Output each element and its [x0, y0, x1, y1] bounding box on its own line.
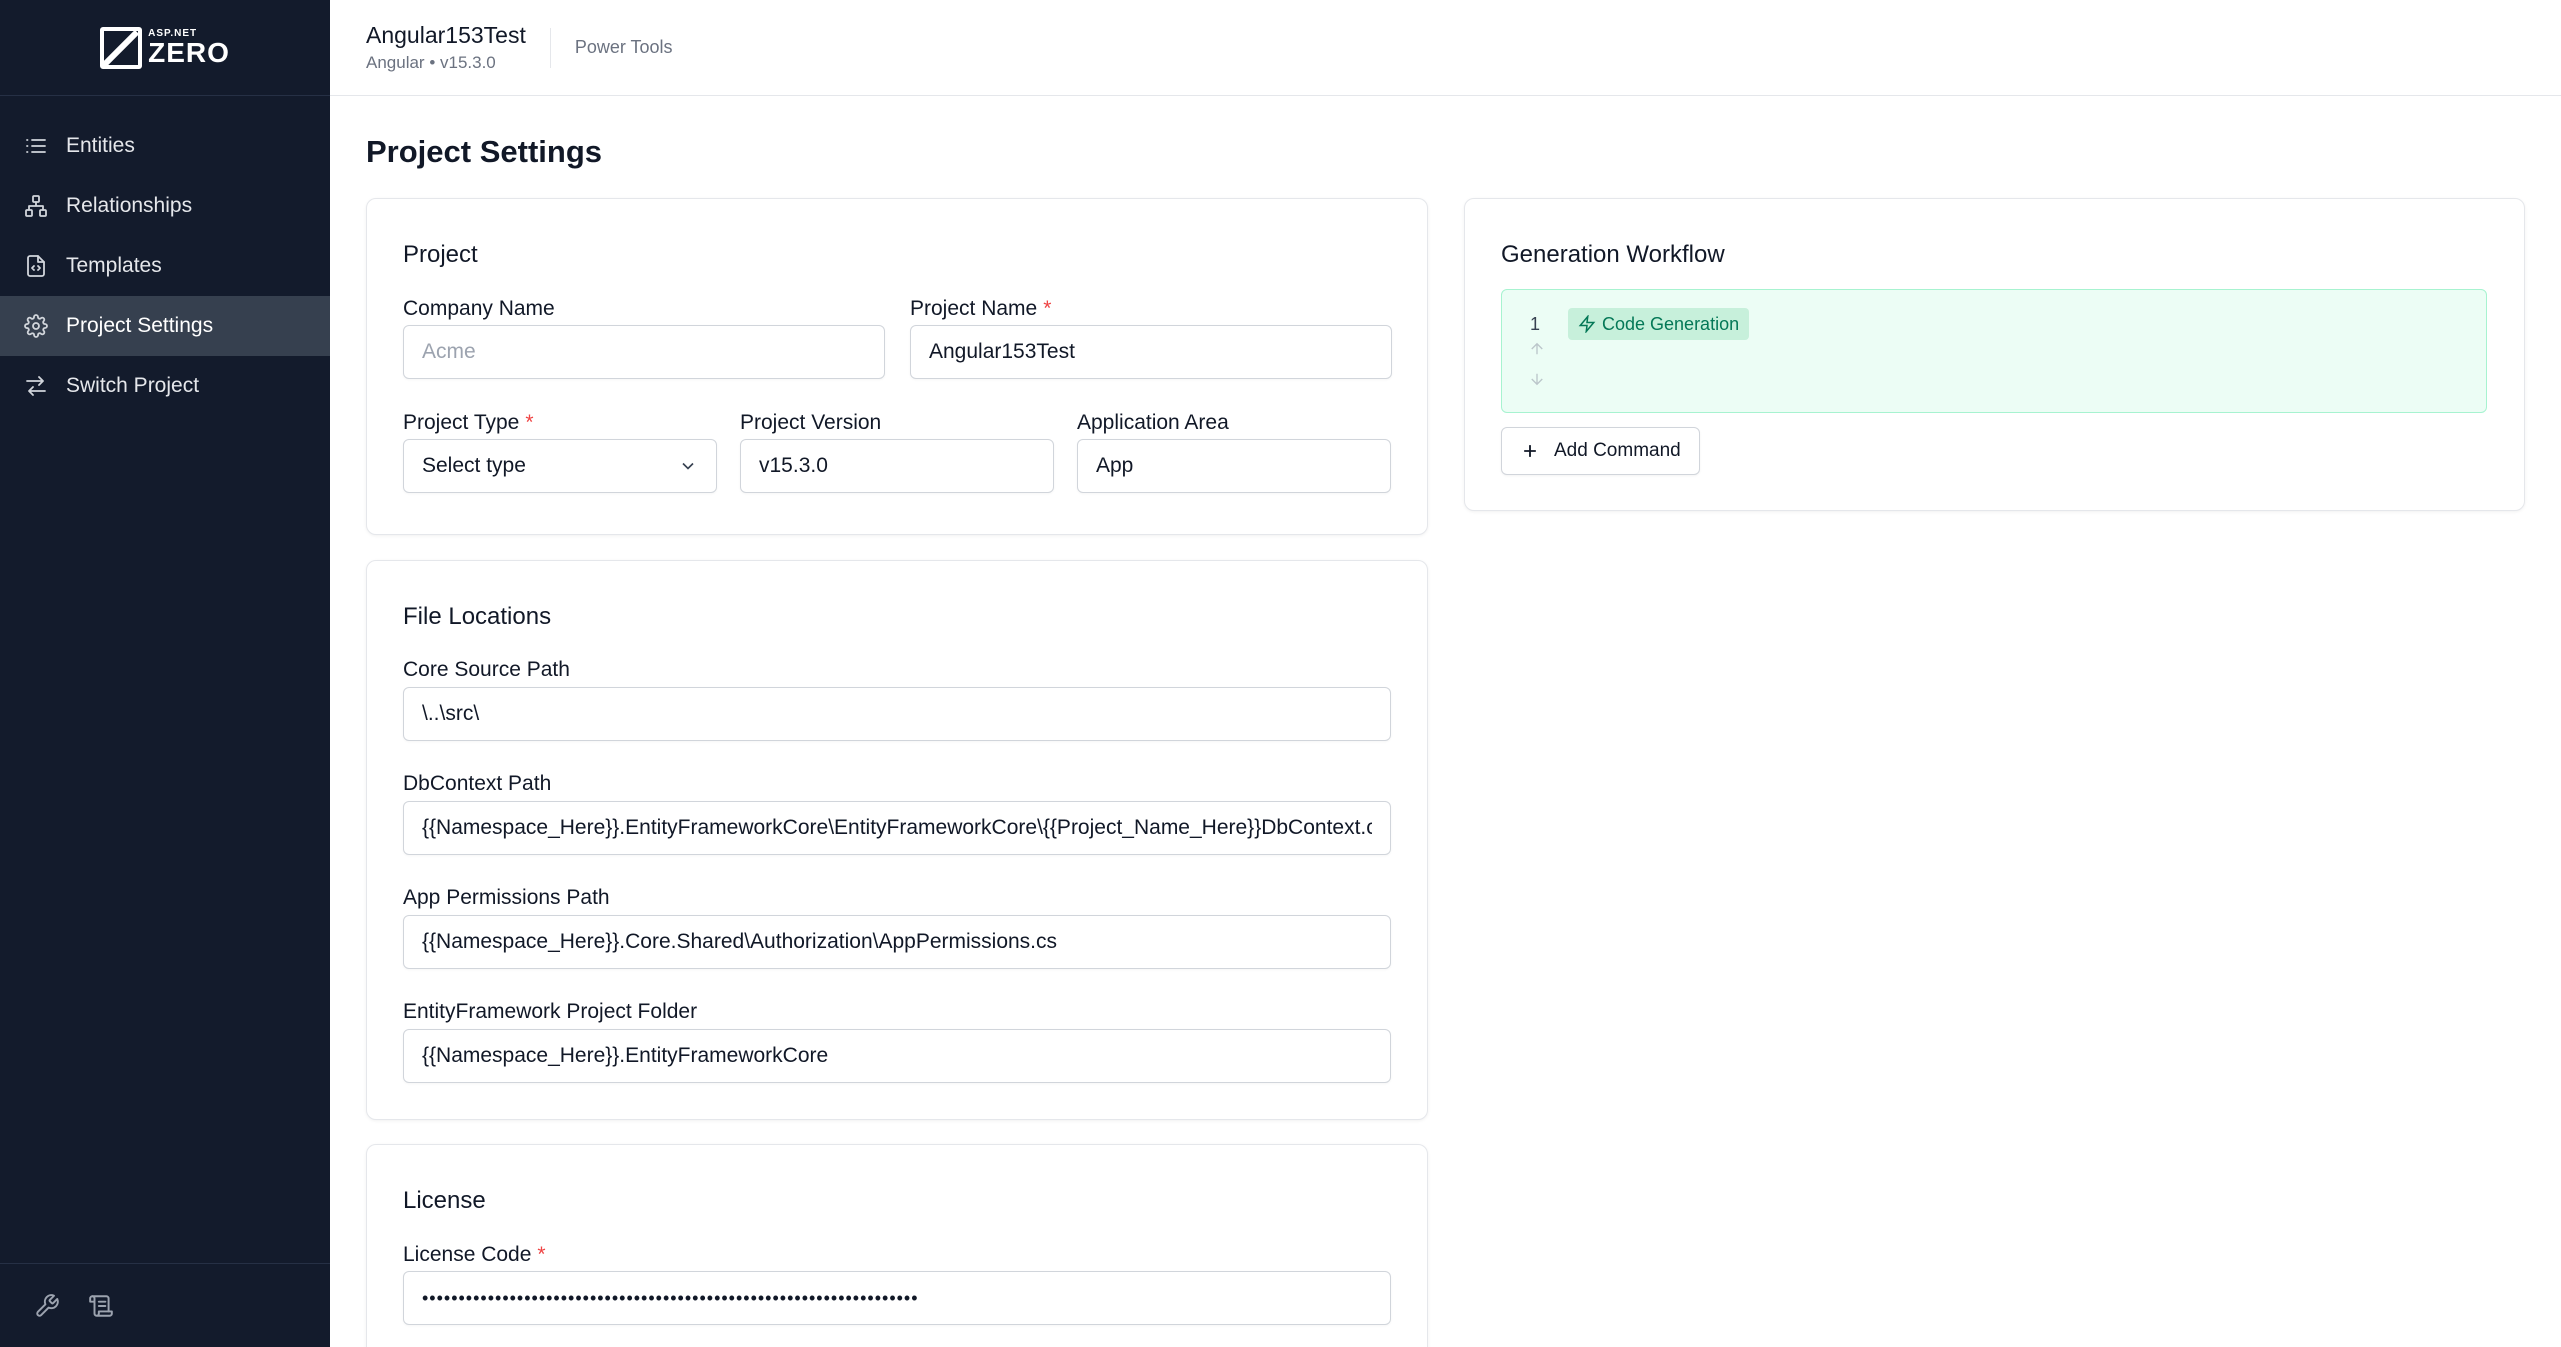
project-card: Project Company Name Project Name* Proje…	[366, 198, 1428, 535]
sidebar-footer	[0, 1263, 330, 1347]
project-type-value: Select type	[422, 454, 526, 477]
sidebar-item-label: Entities	[66, 134, 135, 157]
ef-folder-input[interactable]	[403, 1029, 1391, 1083]
company-name-input[interactable]	[403, 325, 885, 379]
license-card: License License Code * ••••••••••••••••••…	[366, 1144, 1428, 1347]
required-mark: *	[525, 411, 534, 434]
license-title: License	[403, 1187, 486, 1214]
logo[interactable]: ASP.NET ZERO	[0, 0, 330, 96]
license-code-input[interactable]: ••••••••••••••••••••••••••••••••••••••••…	[403, 1271, 1391, 1325]
arrow-down-icon[interactable]	[1528, 370, 1546, 388]
workflow-step: 1 Code Generation	[1501, 289, 2487, 413]
logo-big-text: ZERO	[148, 36, 230, 68]
dbcontext-input[interactable]	[403, 801, 1391, 855]
step-number: 1	[1530, 314, 1541, 334]
hierarchy-icon	[25, 195, 47, 217]
top-header: Angular153Test Angular • v15.3.0 Power T…	[330, 0, 2561, 96]
file-locations-title: File Locations	[403, 603, 552, 630]
core-source-input[interactable]	[403, 687, 1391, 741]
sidebar-item-switch-project[interactable]: Switch Project	[0, 356, 330, 416]
project-version-input[interactable]	[740, 439, 1054, 493]
sidebar-item-relationships[interactable]: Relationships	[0, 176, 330, 236]
project-version-label: Project Version	[740, 411, 882, 434]
core-source-label: Core Source Path	[403, 658, 570, 681]
header-divider	[549, 27, 551, 68]
project-info: Angular153Test Angular • v15.3.0	[366, 22, 526, 73]
lightning-icon	[1578, 315, 1596, 333]
switch-arrows-icon	[26, 376, 46, 396]
wrench-icon[interactable]	[34, 1293, 60, 1319]
scroll-icon[interactable]	[88, 1293, 114, 1319]
sidebar-item-label: Project Settings	[66, 314, 214, 337]
required-mark: *	[537, 1243, 546, 1266]
sidebar-item-project-settings[interactable]: Project Settings	[0, 296, 330, 356]
license-code-value: ••••••••••••••••••••••••••••••••••••••••…	[422, 1287, 919, 1308]
header-project-sub: Angular • v15.3.0	[366, 53, 496, 72]
sidebar: ASP.NET ZERO Entities Relationships Temp…	[0, 0, 330, 1347]
chevron-down-icon	[682, 462, 694, 470]
header-section-label: Power Tools	[574, 37, 673, 57]
sidebar-item-label: Relationships	[66, 194, 193, 217]
app-root: ASP.NET ZERO Entities Relationships Temp…	[0, 0, 2561, 1347]
application-area-input[interactable]	[1077, 439, 1391, 493]
application-area-label: Application Area	[1077, 411, 1229, 434]
permissions-input[interactable]	[403, 915, 1391, 969]
project-name-label: Project Name *	[910, 297, 1052, 320]
page-title: Project Settings	[366, 134, 602, 169]
required-mark: *	[1043, 297, 1052, 320]
generation-workflow-card: Generation Workflow 1 Code Generation Ad…	[1464, 198, 2525, 511]
workflow-title: Generation Workflow	[1501, 241, 1725, 268]
project-name-input[interactable]	[910, 325, 1392, 379]
sidebar-nav: Entities Relationships Templates Project…	[0, 96, 330, 416]
project-type-select[interactable]: Select type	[403, 439, 717, 493]
sidebar-item-entities[interactable]: Entities	[0, 116, 330, 176]
company-name-label: Company Name	[403, 297, 555, 320]
dbcontext-label: DbContext Path	[403, 772, 552, 795]
project-type-label: Project Type *	[403, 411, 534, 434]
arrow-up-icon[interactable]	[1528, 340, 1546, 358]
file-locations-card: File Locations Core Source Path DbContex…	[366, 560, 1428, 1120]
permissions-label: App Permissions Path	[403, 886, 610, 909]
sidebar-item-templates[interactable]: Templates	[0, 236, 330, 296]
code-generation-badge[interactable]: Code Generation	[1568, 308, 1750, 340]
sidebar-item-label: Templates	[66, 254, 162, 277]
list-icon	[26, 139, 46, 153]
header-project-name: Angular153Test	[366, 22, 526, 48]
sidebar-item-label: Switch Project	[66, 374, 200, 397]
zero-logo-icon	[100, 26, 143, 69]
project-card-title: Project	[403, 241, 478, 268]
file-code-icon	[27, 255, 45, 277]
gear-icon	[24, 314, 48, 338]
ef-folder-label: EntityFramework Project Folder	[403, 1000, 698, 1023]
license-code-label: License Code *	[403, 1243, 546, 1266]
add-command-button[interactable]: Add Command	[1501, 427, 1700, 475]
plus-icon	[1524, 445, 1536, 457]
